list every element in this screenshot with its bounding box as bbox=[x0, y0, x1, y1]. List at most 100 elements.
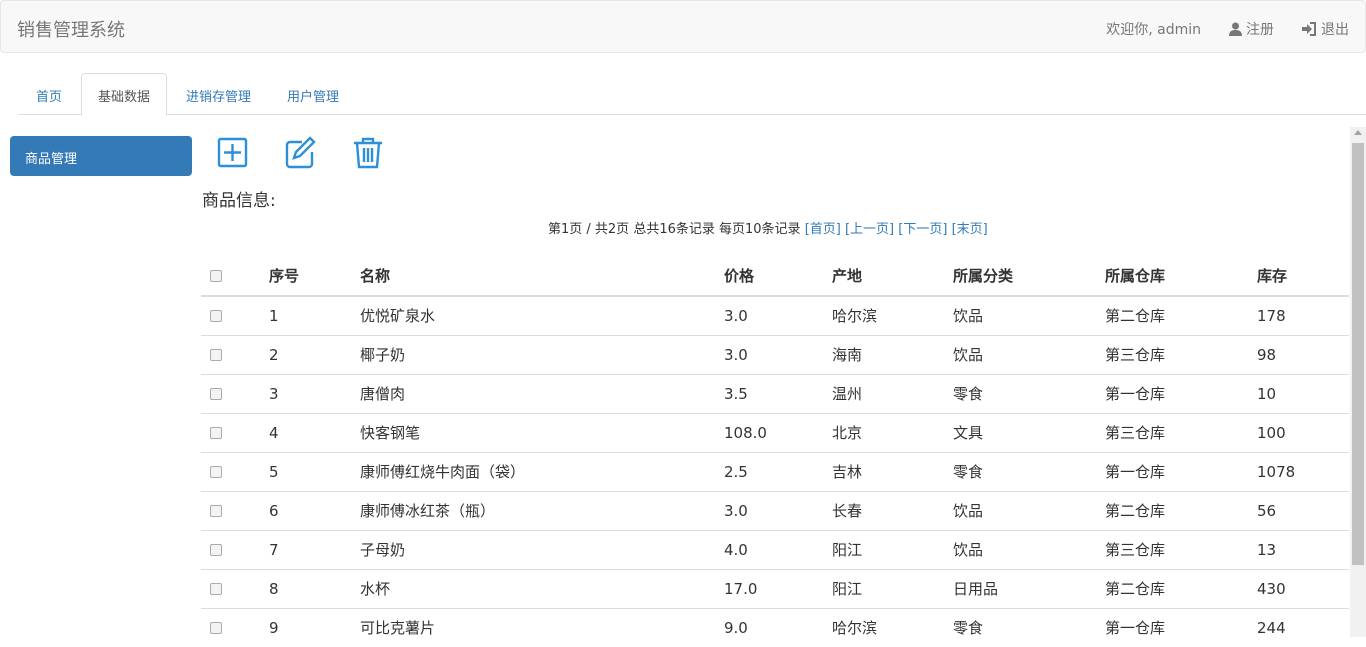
cell-name: 康师傅红烧牛肉面（袋） bbox=[352, 451, 716, 491]
register-label: 注册 bbox=[1246, 22, 1274, 38]
cell-warehouse: 第一仓库 bbox=[1097, 373, 1249, 413]
table-header-row: 序号 名称 价格 产地 所属分类 所属仓库 库存 bbox=[201, 255, 1349, 297]
cell-origin: 温州 bbox=[824, 373, 945, 413]
cell-name: 快客钢笔 bbox=[352, 412, 716, 452]
cell-stock: 430 bbox=[1249, 568, 1349, 608]
cell-stock: 98 bbox=[1249, 334, 1349, 374]
navbar-right: 欢迎你, admin 注册 退出 bbox=[1106, 19, 1349, 39]
cell-warehouse: 第二仓库 bbox=[1097, 490, 1249, 530]
cell-stock: 178 bbox=[1249, 295, 1349, 335]
pencil-square-icon bbox=[285, 136, 316, 169]
cell-price: 4.0 bbox=[716, 529, 824, 569]
cell-price: 3.0 bbox=[716, 334, 824, 374]
table-row[interactable]: 3 唐僧肉 3.5 温州 零食 第一仓库 10 bbox=[201, 373, 1349, 413]
cell-price: 17.0 bbox=[716, 568, 824, 608]
pager-last-link[interactable]: [末页] bbox=[952, 222, 988, 237]
table-row[interactable]: 6 康师傅冰红茶（瓶） 3.0 长春 饮品 第二仓库 56 bbox=[201, 490, 1349, 530]
cell-index: 3 bbox=[261, 373, 352, 413]
logout-label: 退出 bbox=[1321, 22, 1349, 38]
tab-users[interactable]: 用户管理 bbox=[270, 73, 356, 115]
edit-button[interactable] bbox=[282, 134, 318, 170]
table-row[interactable]: 8 水杯 17.0 阳江 日用品 第二仓库 430 bbox=[201, 568, 1349, 608]
pager-prev-link[interactable]: [上一页] bbox=[845, 222, 894, 237]
cell-origin: 哈尔滨 bbox=[824, 607, 945, 647]
row-checkbox[interactable] bbox=[210, 544, 222, 556]
row-checkbox[interactable] bbox=[210, 505, 222, 517]
pager-summary: 第1页 / 共2页 总共16条记录 每页10条记录 bbox=[548, 222, 801, 237]
cell-name: 水杯 bbox=[352, 568, 716, 608]
cell-stock: 13 bbox=[1249, 529, 1349, 569]
row-checkbox[interactable] bbox=[210, 427, 222, 439]
col-header-origin: 产地 bbox=[824, 255, 945, 297]
col-header-stock: 库存 bbox=[1249, 255, 1349, 297]
cell-index: 9 bbox=[261, 607, 352, 647]
cell-category: 饮品 bbox=[945, 334, 1097, 374]
cell-origin: 吉林 bbox=[824, 451, 945, 491]
logout-link[interactable]: 退出 bbox=[1302, 19, 1349, 39]
cell-name: 唐僧肉 bbox=[352, 373, 716, 413]
welcome-text: 欢迎你, admin bbox=[1106, 22, 1201, 38]
cell-price: 108.0 bbox=[716, 412, 824, 452]
delete-button[interactable] bbox=[350, 134, 386, 170]
cell-index: 7 bbox=[261, 529, 352, 569]
cell-price: 3.0 bbox=[716, 490, 824, 530]
cell-name: 可比克薯片 bbox=[352, 607, 716, 647]
cell-origin: 长春 bbox=[824, 490, 945, 530]
row-checkbox[interactable] bbox=[210, 622, 222, 635]
select-all-checkbox[interactable] bbox=[210, 269, 222, 282]
cell-price: 9.0 bbox=[716, 607, 824, 647]
cell-stock: 10 bbox=[1249, 373, 1349, 413]
cell-category: 文具 bbox=[945, 412, 1097, 452]
row-checkbox[interactable] bbox=[210, 583, 222, 595]
table-row[interactable]: 7 子母奶 4.0 阳江 饮品 第三仓库 13 bbox=[201, 529, 1349, 569]
main-tabs: 首页 基础数据 进销存管理 用户管理 bbox=[19, 73, 1366, 116]
cell-category: 饮品 bbox=[945, 529, 1097, 569]
trash-icon bbox=[354, 137, 382, 169]
cell-name: 康师傅冰红茶（瓶） bbox=[352, 490, 716, 530]
col-header-price: 价格 bbox=[716, 255, 824, 297]
cell-category: 零食 bbox=[945, 607, 1097, 647]
pager-next-link[interactable]: [下一页] bbox=[898, 222, 947, 237]
vertical-scrollbar[interactable] bbox=[1350, 127, 1366, 637]
cell-origin: 海南 bbox=[824, 334, 945, 374]
row-checkbox[interactable] bbox=[210, 349, 222, 361]
table-row[interactable]: 2 椰子奶 3.0 海南 饮品 第三仓库 98 bbox=[201, 334, 1349, 374]
scroll-up-arrow-icon[interactable] bbox=[1354, 130, 1362, 135]
section-title: 商品信息: bbox=[202, 191, 276, 211]
tab-inventory[interactable]: 进销存管理 bbox=[169, 73, 268, 115]
col-header-index: 序号 bbox=[261, 255, 352, 297]
sidebar-item-product-management[interactable]: 商品管理 bbox=[10, 136, 192, 176]
cell-warehouse: 第一仓库 bbox=[1097, 451, 1249, 491]
product-table: 序号 名称 价格 产地 所属分类 所属仓库 库存 1 优悦矿泉水 3.0 哈尔滨 饮品第… bbox=[201, 255, 1349, 647]
user-icon bbox=[1229, 22, 1242, 36]
tab-home[interactable]: 首页 bbox=[19, 73, 79, 115]
cell-stock: 100 bbox=[1249, 412, 1349, 452]
cell-stock: 1078 bbox=[1249, 451, 1349, 491]
pager-first-link[interactable]: [首页] bbox=[805, 222, 841, 237]
table-row[interactable]: 9 可比克薯片 9.0 哈尔滨 零食 第一仓库 244 bbox=[201, 607, 1349, 647]
row-checkbox[interactable] bbox=[210, 466, 222, 478]
cell-warehouse: 第三仓库 bbox=[1097, 529, 1249, 569]
scroll-thumb[interactable] bbox=[1352, 143, 1364, 565]
cell-price: 3.0 bbox=[716, 295, 824, 335]
col-header-name: 名称 bbox=[352, 255, 716, 297]
top-navbar: 销售管理系统 欢迎你, admin 注册 退出 bbox=[0, 0, 1366, 53]
cell-origin: 阳江 bbox=[824, 529, 945, 569]
cell-category: 零食 bbox=[945, 451, 1097, 491]
cell-warehouse: 第二仓库 bbox=[1097, 568, 1249, 608]
cell-warehouse: 第三仓库 bbox=[1097, 412, 1249, 452]
table-row[interactable]: 5 康师傅红烧牛肉面（袋） 2.5 吉林 零食 第一仓库 1078 bbox=[201, 451, 1349, 491]
cell-category: 饮品 bbox=[945, 295, 1097, 335]
add-button[interactable] bbox=[214, 134, 250, 170]
row-checkbox[interactable] bbox=[210, 310, 222, 323]
tab-basic-data[interactable]: 基础数据 bbox=[81, 73, 168, 116]
row-checkbox[interactable] bbox=[210, 388, 222, 400]
register-link[interactable]: 注册 bbox=[1229, 19, 1274, 39]
cell-index: 1 bbox=[261, 295, 352, 335]
cell-origin: 哈尔滨 bbox=[824, 295, 945, 335]
table-row[interactable]: 1 优悦矿泉水 3.0 哈尔滨 饮品 第二仓库 178 bbox=[201, 295, 1349, 335]
cell-stock: 56 bbox=[1249, 490, 1349, 530]
cell-name: 子母奶 bbox=[352, 529, 716, 569]
table-row[interactable]: 4 快客钢笔 108.0 北京 文具 第三仓库 100 bbox=[201, 412, 1349, 452]
app-title[interactable]: 销售管理系统 bbox=[17, 16, 125, 42]
